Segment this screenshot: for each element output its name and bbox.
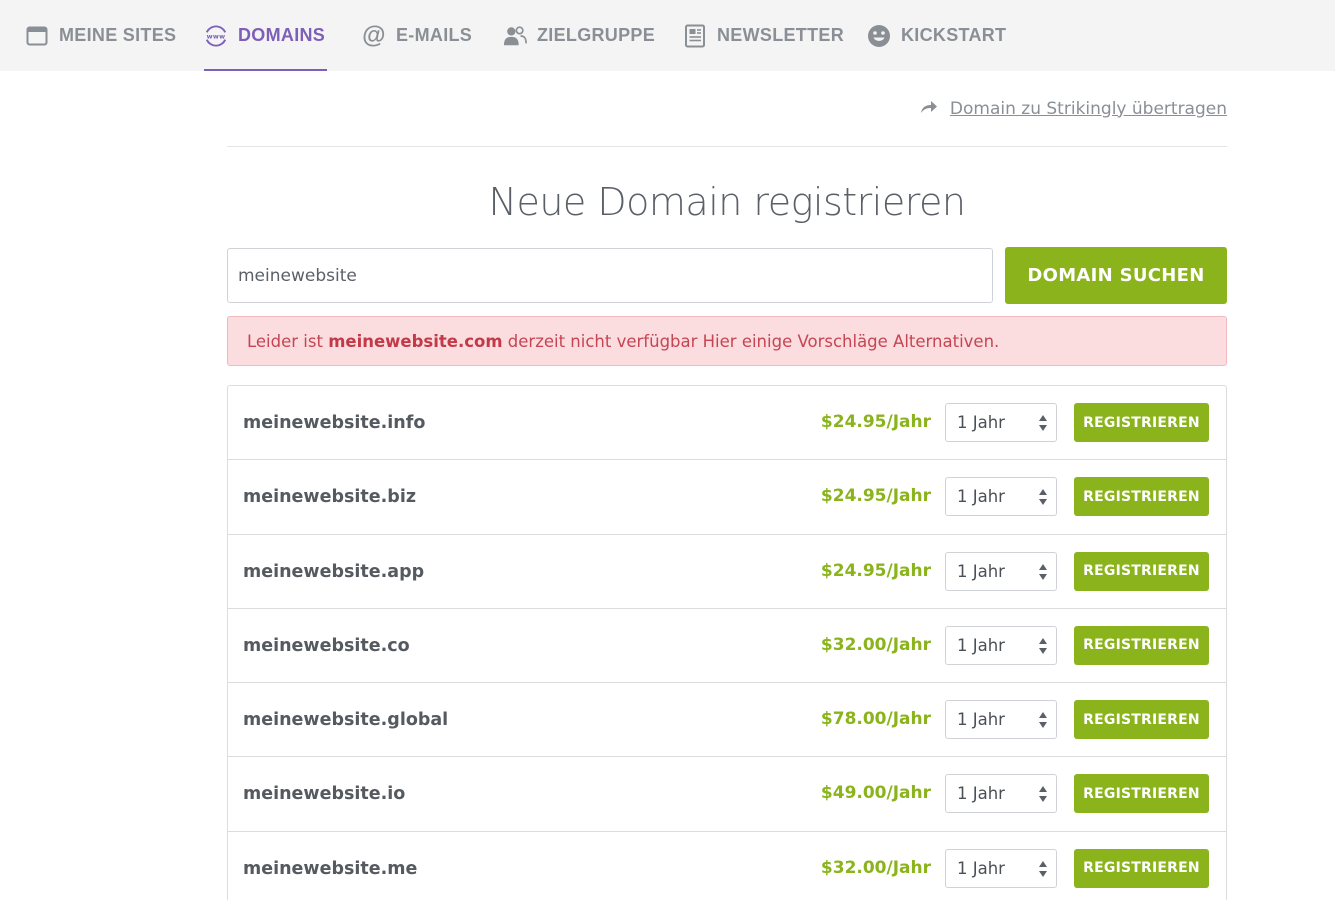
smiley-icon <box>867 24 891 48</box>
nav-item-newsletter[interactable]: NEWSLETTER <box>683 0 844 71</box>
alert-suffix: derzeit nicht verfügbar Hier einige Vors… <box>502 331 1000 351</box>
unavailable-alert: Leider ist meinewebsite.com derzeit nich… <box>227 316 1227 366</box>
term-select-value: 1 Jahr <box>957 635 1005 655</box>
nav-item-zielgruppe[interactable]: ZIELGRUPPE <box>503 0 655 71</box>
term-select[interactable]: 1 Jahr <box>945 848 1057 888</box>
nav-item-e-mails[interactable]: @ E-MAILS <box>362 0 472 71</box>
term-select[interactable]: 1 Jahr <box>945 403 1057 442</box>
domain-result-row: meinewebsite.global $78.00/Jahr 1 Jahr R… <box>228 683 1226 758</box>
register-button[interactable]: REGISTRIEREN <box>1074 403 1209 442</box>
domain-result-row: meinewebsite.info $24.95/Jahr 1 Jahr REG… <box>228 386 1226 461</box>
www-globe-icon: www <box>204 24 228 48</box>
term-select-value: 1 Jahr <box>957 561 1005 581</box>
nav-item-domains[interactable]: www DOMAINS <box>204 0 327 71</box>
register-button[interactable]: REGISTRIEREN <box>1074 700 1209 740</box>
term-select[interactable]: 1 Jahr <box>945 625 1057 665</box>
nav-item-label: ZIELGRUPPE <box>537 25 656 45</box>
at-sign-icon: @ <box>362 21 386 49</box>
select-arrows-icon <box>1038 636 1048 656</box>
transfer-domain-link-row: Domain zu Strikingly übertragen <box>920 98 1227 119</box>
nav-item-label: NEWSLETTER <box>717 25 844 45</box>
term-select-value: 1 Jahr <box>957 487 1005 507</box>
register-button[interactable]: REGISTRIEREN <box>1074 625 1209 665</box>
domain-result-row: meinewebsite.co $32.00/Jahr 1 Jahr REGIS… <box>228 609 1226 684</box>
alert-text: Leider ist meinewebsite.com derzeit nich… <box>247 332 999 351</box>
domain-result-row: meinewebsite.app $24.95/Jahr 1 Jahr REGI… <box>228 535 1226 609</box>
top-navigation: MEINE SITES www DOMAINS @ E-MAILS ZIELGR… <box>0 0 1335 71</box>
domain-price: $24.95/Jahr <box>820 560 931 581</box>
register-button[interactable]: REGISTRIEREN <box>1074 848 1209 888</box>
domain-result-row: meinewebsite.biz $24.95/Jahr 1 Jahr REGI… <box>228 460 1226 535</box>
domain-name: meinewebsite.info <box>243 413 426 433</box>
select-arrows-icon <box>1038 413 1048 433</box>
term-select-value: 1 Jahr <box>957 710 1005 730</box>
domain-result-row: meinewebsite.me $32.00/Jahr 1 Jahr REGIS… <box>228 832 1226 900</box>
register-button[interactable]: REGISTRIEREN <box>1074 477 1209 517</box>
term-select-value: 1 Jahr <box>957 784 1005 804</box>
term-select[interactable]: 1 Jahr <box>945 700 1057 740</box>
users-icon <box>503 24 527 48</box>
domain-name: meinewebsite.app <box>243 561 425 582</box>
term-select[interactable]: 1 Jahr <box>945 774 1057 814</box>
register-button[interactable]: REGISTRIEREN <box>1074 774 1209 814</box>
domain-price: $24.95/Jahr <box>820 412 931 432</box>
domain-name: meinewebsite.global <box>243 710 449 731</box>
alert-prefix: Leider ist <box>247 331 329 351</box>
alert-domain: meinewebsite.com <box>328 331 503 351</box>
domain-price: $78.00/Jahr <box>820 709 931 730</box>
newsletter-icon <box>683 24 707 48</box>
transfer-domain-link[interactable]: Domain zu Strikingly übertragen <box>950 99 1227 119</box>
select-arrows-icon <box>1038 487 1048 507</box>
term-select[interactable]: 1 Jahr <box>945 551 1057 591</box>
domain-name: meinewebsite.co <box>243 635 410 656</box>
domain-search-button[interactable]: DOMAIN SUCHEN <box>1005 247 1227 304</box>
select-arrows-icon <box>1038 859 1048 879</box>
arrow-right-icon <box>920 98 938 119</box>
domain-price: $49.00/Jahr <box>820 783 931 804</box>
domain-price: $32.00/Jahr <box>820 857 931 878</box>
term-select-value: 1 Jahr <box>957 413 1005 432</box>
domain-results-list: meinewebsite.info $24.95/Jahr 1 Jahr REG… <box>227 385 1227 900</box>
svg-text:www: www <box>207 32 226 40</box>
select-arrows-icon <box>1038 784 1048 804</box>
nav-item-kickstart[interactable]: KICKSTART <box>867 0 1006 71</box>
divider <box>227 146 1227 147</box>
domain-name: meinewebsite.biz <box>243 487 417 508</box>
nav-item-label: DOMAINS <box>238 25 326 45</box>
domain-price: $32.00/Jahr <box>820 634 931 655</box>
nav-item-meine-sites[interactable]: MEINE SITES <box>25 0 176 71</box>
page-title: Neue Domain registrieren <box>488 180 966 224</box>
domain-name: meinewebsite.me <box>243 858 418 879</box>
browser-window-icon <box>25 24 49 48</box>
domain-price: $24.95/Jahr <box>820 486 931 507</box>
nav-item-label: MEINE SITES <box>59 25 177 45</box>
select-arrows-icon <box>1038 710 1048 730</box>
domain-result-row: meinewebsite.io $49.00/Jahr 1 Jahr REGIS… <box>228 757 1226 832</box>
select-arrows-icon <box>1038 562 1048 582</box>
nav-item-label: E-MAILS <box>396 25 473 45</box>
nav-item-label: KICKSTART <box>901 25 1007 45</box>
domain-search-input[interactable] <box>227 248 993 303</box>
term-select[interactable]: 1 Jahr <box>945 477 1057 517</box>
domain-name: meinewebsite.io <box>243 784 406 805</box>
register-button[interactable]: REGISTRIEREN <box>1074 551 1209 591</box>
term-select-value: 1 Jahr <box>957 858 1005 878</box>
